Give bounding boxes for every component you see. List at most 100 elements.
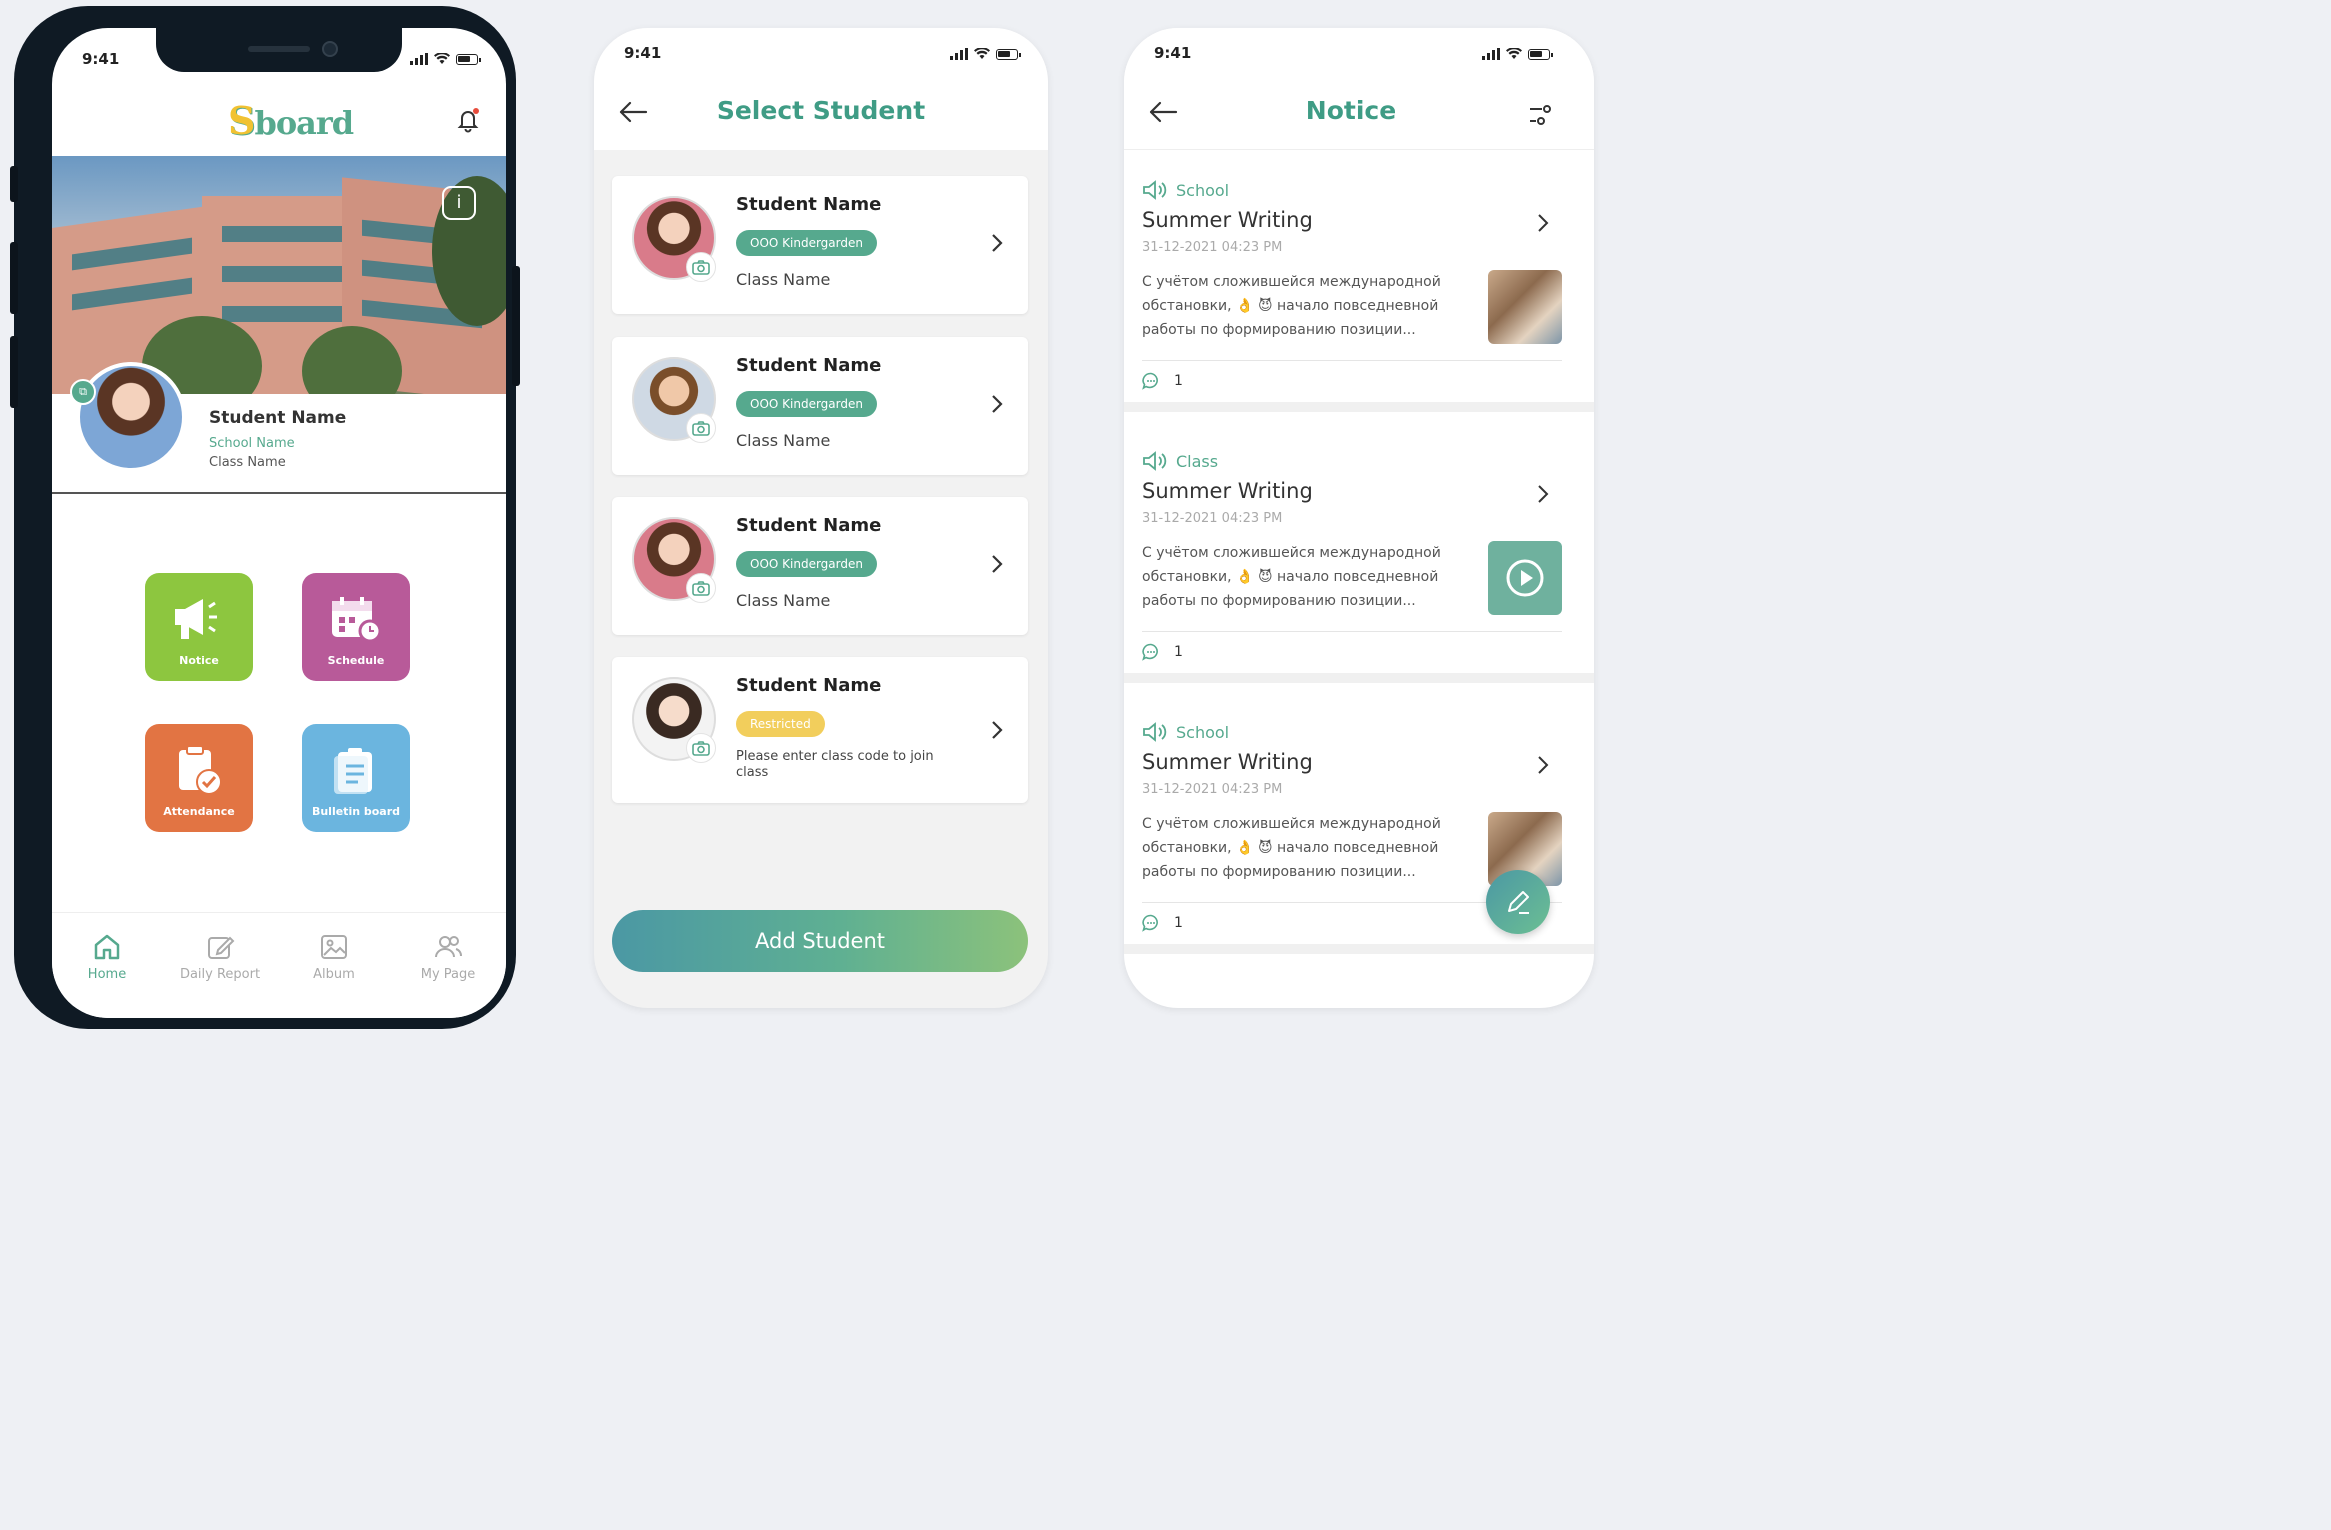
volume-up-button [10, 242, 18, 314]
notice-date: 31-12-2021 04:23 PM [1142, 511, 1283, 526]
mute-switch [10, 166, 18, 202]
qr-badge-icon[interactable]: ⧉ [70, 379, 96, 405]
student-name: Student Name [736, 675, 882, 696]
status-icons [1482, 48, 1553, 60]
battery-icon [996, 48, 1021, 60]
chevron-right-icon [992, 395, 1003, 413]
comment-count: 1 [1142, 372, 1183, 390]
phone-notice: 9:41 Notice School Summer Writing 31-12-… [1124, 28, 1594, 1008]
filter-icon[interactable] [1528, 104, 1554, 126]
comment-icon [1142, 914, 1158, 932]
notice-item[interactable]: Class Summer Writing 31-12-2021 04:23 PM… [1124, 421, 1594, 683]
tile-label: Notice [179, 654, 219, 667]
edit-icon [208, 936, 235, 959]
signal-icon [950, 48, 968, 60]
tile-schedule[interactable]: Schedule [302, 573, 410, 681]
app-bar: 9:41 Select Student [594, 28, 1048, 150]
student-card-restricted[interactable]: Student Name Restricted Please enter cla… [612, 657, 1028, 803]
student-card[interactable]: Student Name OOO Kindergarden Class Name [612, 176, 1028, 314]
notice-category: School [1142, 722, 1229, 742]
comment-count: 1 [1142, 643, 1183, 661]
student-card[interactable]: Student Name OOO Kindergarden Class Name [612, 337, 1028, 475]
add-student-button[interactable]: Add Student [612, 910, 1028, 972]
bell-icon[interactable] [454, 106, 482, 134]
volume-down-button [10, 336, 18, 408]
notice-body: С учётом сложившейся международной обста… [1142, 274, 1441, 338]
class-name: Class Name [736, 270, 831, 289]
status-time: 9:41 [624, 44, 662, 62]
chevron-right-icon [992, 721, 1003, 739]
tile-bulletin-board[interactable]: Bulletin board [302, 724, 410, 832]
camera-icon[interactable] [686, 413, 716, 443]
student-name: Student Name [736, 355, 882, 376]
tile-label: Attendance [163, 805, 235, 818]
student-name: Student Name [736, 515, 882, 536]
status-icons [950, 48, 1021, 60]
profile-school-name: School Name [209, 436, 295, 451]
status-time: 9:41 [82, 50, 120, 68]
student-avatar[interactable] [76, 362, 186, 472]
status-time: 9:41 [1154, 44, 1192, 62]
tile-attendance[interactable]: Attendance [145, 724, 253, 832]
comment-count: 1 [1142, 914, 1183, 932]
signal-icon [1482, 48, 1500, 60]
battery-icon [456, 53, 481, 65]
compose-button[interactable] [1486, 870, 1550, 934]
notice-video-thumbnail[interactable] [1488, 541, 1562, 615]
wifi-icon [434, 53, 450, 64]
tab-home[interactable]: Home [57, 931, 157, 982]
notice-title: Summer Writing [1142, 750, 1313, 774]
notice-title: Summer Writing [1142, 479, 1313, 503]
board-icon [334, 748, 372, 794]
kindergarden-badge: OOO Kindergarden [736, 551, 877, 577]
tile-notice[interactable]: Notice [145, 573, 253, 681]
home-screen: 9:41 Sboard i ⧉ Student Name School Name… [52, 28, 506, 1018]
kindergarden-badge: OOO Kindergarden [736, 230, 877, 256]
camera-icon[interactable] [686, 733, 716, 763]
notice-body: С учётом сложившейся международной обста… [1142, 816, 1441, 880]
join-class-hint: Please enter class code to join class [736, 749, 934, 780]
class-name: Class Name [736, 591, 831, 610]
camera-icon[interactable] [686, 252, 716, 282]
notice-body: С учётом сложившейся международной обста… [1142, 545, 1441, 609]
wifi-icon [974, 48, 990, 59]
notice-photo-thumbnail[interactable] [1488, 270, 1562, 344]
profile-class-name: Class Name [209, 455, 286, 470]
pencil-icon [1508, 891, 1529, 914]
comment-icon [1142, 643, 1158, 661]
play-icon [1506, 559, 1544, 597]
page-title: Select Student [716, 96, 926, 125]
student-name: Student Name [736, 194, 882, 215]
page-title: Notice [1305, 96, 1397, 125]
clipboard-check-icon [179, 745, 222, 795]
tab-daily-report[interactable]: Daily Report [170, 931, 270, 982]
calendar-icon [332, 597, 382, 643]
wifi-icon [1506, 48, 1522, 59]
student-card[interactable]: Student Name OOO Kindergarden Class Name [612, 497, 1028, 635]
notice-category: School [1142, 180, 1229, 200]
megaphone-icon [175, 599, 217, 639]
divider [1142, 631, 1562, 632]
divider [1142, 360, 1562, 361]
status-icons [410, 53, 481, 65]
comment-icon [1142, 372, 1158, 390]
app-bar: 9:41 Notice [1124, 28, 1594, 150]
info-button[interactable]: i [442, 186, 476, 220]
notice-date: 31-12-2021 04:23 PM [1142, 782, 1283, 797]
battery-icon [1528, 48, 1553, 60]
camera-icon[interactable] [686, 573, 716, 603]
school-photo: i [52, 156, 506, 394]
bottom-tab-bar: Home Daily Report Album My Page [52, 912, 506, 1018]
speaker-icon [1143, 180, 1167, 200]
tab-album[interactable]: Album [284, 931, 384, 982]
class-name: Class Name [736, 431, 831, 450]
tab-my-page[interactable]: My Page [398, 931, 498, 982]
notice-item[interactable]: School Summer Writing 31-12-2021 04:23 P… [1124, 150, 1594, 412]
image-icon [321, 935, 347, 959]
power-button [512, 266, 520, 386]
notice-date: 31-12-2021 04:23 PM [1142, 240, 1283, 255]
tile-label: Bulletin board [311, 805, 401, 818]
speaker-icon [1143, 722, 1167, 742]
sboard-logo: Sboard [228, 98, 354, 143]
kindergarden-badge: OOO Kindergarden [736, 391, 877, 417]
